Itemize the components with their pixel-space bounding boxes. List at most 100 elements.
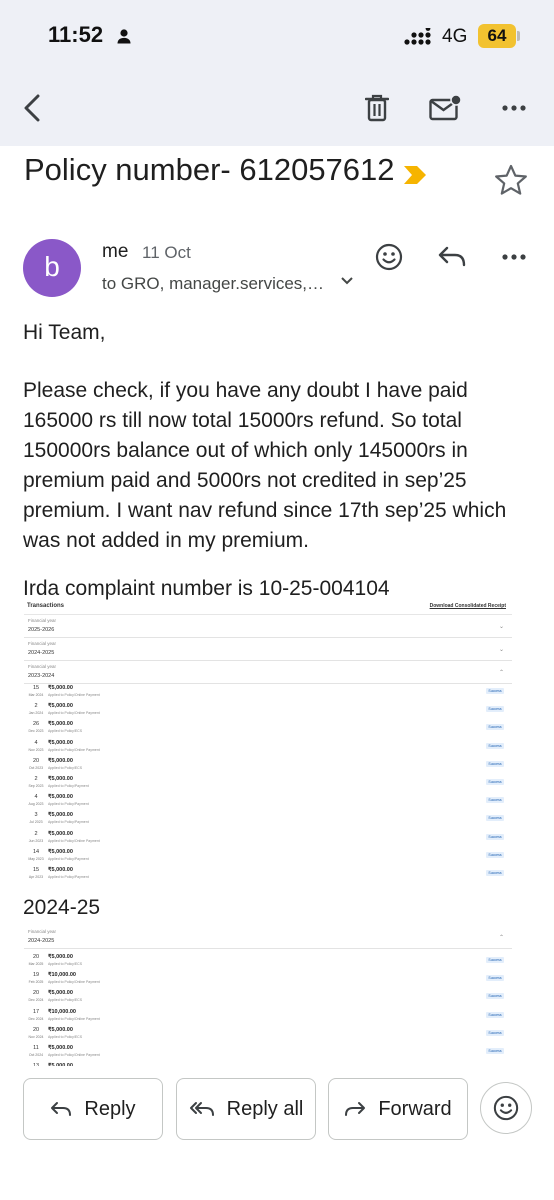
shot-title: Transactions [27,603,65,609]
txn-amount: ₹5,000.00 [48,954,73,960]
txn-amount: ₹5,000.00 [48,866,73,873]
chevron-up-icon: ⌃ [498,935,504,941]
star-icon[interactable] [494,164,528,196]
transaction-row: 4 Nov 2023 ₹5,000.00 Applied to Policy/Onli… [24,739,512,757]
signal-icon [404,28,431,45]
message-date: 11 Oct [142,243,191,262]
txn-status-badge: Success [486,742,504,749]
mark-unread-icon [429,95,461,121]
txn-day: 13 [28,1063,44,1066]
network-type: 4G [442,26,468,47]
txn-description: Applied to Policy/ECS [48,729,83,734]
txn-amount: ₹5,000.00 [48,775,73,782]
txn-month: Mar 2025 [28,962,44,966]
txn-amount: ₹5,000.00 [48,703,73,710]
reply-button[interactable]: Reply [23,1078,163,1140]
txn-amount: ₹5,000.00 [48,830,73,837]
txn-day: 20 [32,954,40,960]
txn-day: 4 [34,739,38,746]
transaction-row: 20 Oct 2023 ₹5,000.00 Applied to Policy/ECS… [24,757,512,775]
txn-month: Sep 2023 [28,783,44,788]
toolbar [0,70,554,146]
forward-label: Forward [378,1097,452,1120]
email-subject: Policy number- 612057612 [24,152,395,187]
txn-day: 26 [32,721,40,728]
fy-value: 2024-2025 [28,650,55,656]
txn-status-badge: Success [486,688,504,694]
transaction-list: 20 Mar 2025 ₹5,000.00 Applied to Policy/ECS… [24,949,512,1066]
txn-day: 2 [34,703,38,710]
back-arrow-icon [24,94,40,122]
txn-month: Dec 2024 [28,998,44,1003]
txn-amount: ₹5,000.00 [48,990,73,997]
transaction-row: 2 Jun 2023 ₹5,000.00 Applied to Policy/Onli… [24,830,512,848]
battery-tip [517,31,520,41]
react-button[interactable] [371,239,407,275]
txn-month: Jan 2024 [28,711,44,716]
reply-all-icon [189,1102,214,1116]
txn-day: 20 [32,757,40,764]
delete-icon [365,94,389,122]
recipients[interactable]: to GRO, manager.services,… [102,274,324,294]
txn-amount: ₹5,000.00 [48,1026,73,1033]
txn-description: Applied to Policy/Online Payment [48,980,100,985]
txn-description: Applied to Policy/ECS [48,998,83,1003]
txn-month: Nov 2023 [28,747,44,752]
txn-description: Applied to Policy/Payment [48,802,89,807]
txn-status-badge: Success [486,1029,504,1036]
chevron-down-icon: ⌄ [498,624,504,630]
inline-image-transactions-1[interactable]: Transactions Download Consolidated Recei… [24,601,512,887]
txn-amount: ₹10,000.00 [48,972,76,979]
transaction-row: 11 Oct 2024 ₹5,000.00 Applied to Policy/Onl… [24,1044,512,1062]
txn-description: Applied to Policy/Payment [48,856,89,861]
forward-button[interactable]: Forward [328,1078,468,1140]
txn-description: Applied to Policy/Online Payment [48,693,100,697]
label-tag-icon[interactable] [402,164,428,186]
txn-day: 17 [32,1008,40,1015]
chevron-down-icon[interactable] [340,276,354,286]
txn-amount: ₹5,000.00 [48,739,73,746]
txn-month: Nov 2024 [28,1034,44,1039]
txn-description: Applied to Policy/Online Payment [48,711,100,716]
reply-all-label: Reply all [226,1097,304,1120]
reply-header-button[interactable] [434,239,470,275]
transaction-row: 15 Apr 2023 ₹5,000.00 Applied to Policy/Pay… [24,866,512,884]
back-button[interactable] [12,88,52,128]
battery-level: 64 [478,24,516,48]
txn-status-badge: Success [486,957,504,963]
delete-button[interactable] [357,88,397,128]
chevron-down-icon: ⌄ [498,647,504,653]
transaction-row: 3 Jul 2023 ₹5,000.00 Applied to Policy/Paym… [24,811,512,829]
fy-value: 2025-2026 [28,627,55,633]
txn-day: 20 [32,990,40,997]
fy-label: Financial year [28,929,57,934]
txn-month: Oct 2023 [28,765,44,770]
txn-month: Dec 2023 [28,729,44,734]
transaction-row: 17 Dec 2024 ₹10,000.00 Applied to Policy/On… [24,1008,512,1026]
txn-month: Apr 2023 [28,874,44,879]
emoji-react-button[interactable] [480,1082,532,1134]
txn-amount: ₹5,000.00 [48,685,73,691]
txn-day: 4 [34,794,38,801]
txn-day: 11 [33,1044,39,1051]
txn-description: Applied to Policy/ECS [48,962,83,966]
txn-status-badge: Success [486,778,504,785]
txn-day: 15 [32,866,40,873]
txn-amount: ₹10,000.00 [48,1008,76,1015]
mark-unread-button[interactable] [425,88,465,128]
inline-image-transactions-2[interactable]: Financial year 2024-2025 ⌃ 20 Mar 2025 ₹5,… [24,926,512,1066]
avatar[interactable]: b [23,239,81,297]
download-receipt-link: Download Consolidated Receipt [429,603,506,609]
txn-status-badge: Success [486,797,504,804]
txn-day: 19 [32,972,40,979]
txn-status-badge: Success [486,833,504,840]
fy-row: Financial year 2025-2026 ⌄ [24,615,512,638]
reply-all-button[interactable]: Reply all [176,1078,316,1140]
txn-description: Applied to Policy/Online Payment [48,747,100,752]
message-more-button[interactable] [496,239,532,275]
more-options-button[interactable] [494,88,534,128]
txn-description: Applied to Policy/Online Payment [48,838,100,843]
complaint-number: Irda complaint number is 10-25-004104 [23,577,390,600]
txn-description: Applied to Policy/Payment [48,820,89,825]
txn-day: 3 [34,812,38,819]
